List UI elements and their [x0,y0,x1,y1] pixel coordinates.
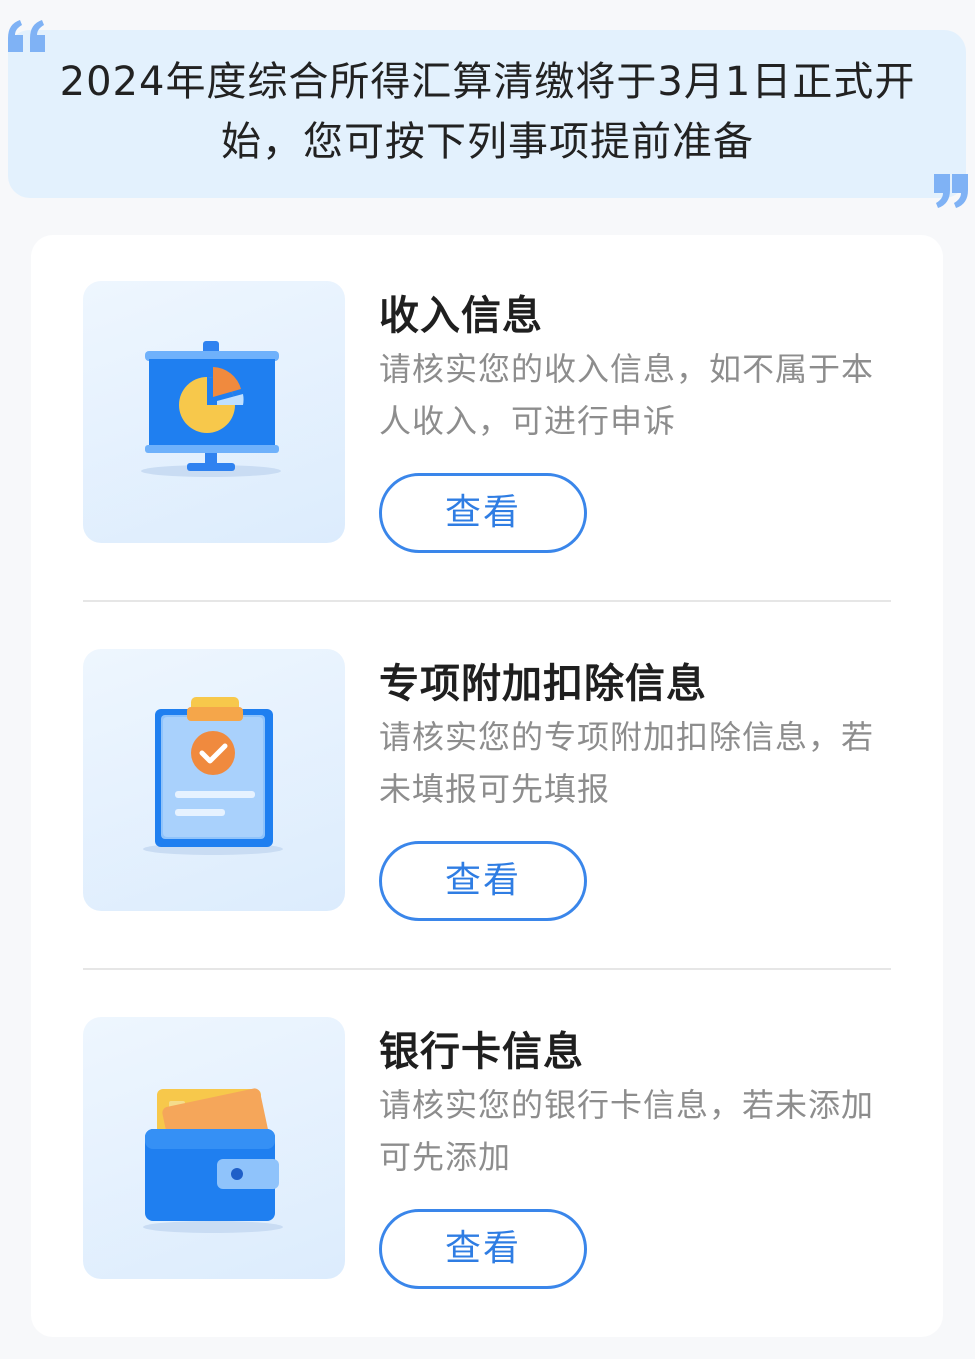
view-bank-card-button[interactable]: 查看 [379,1209,587,1289]
close-quote-icon [934,174,968,208]
item-description: 请核实您的收入信息，如不属于本人收入，可进行申诉 [379,350,875,440]
clipboard-check-icon [83,649,345,911]
announcement-line-2: 始，您可按下列事项提前准备 [221,119,754,165]
divider [83,968,891,970]
list-item-bank-card: 银行卡信息 请核实您的银行卡信息，若未添加可先添加 查看 [31,1017,943,1317]
view-income-button[interactable]: 查看 [379,473,587,553]
presentation-chart-icon [83,281,345,543]
view-deduction-button[interactable]: 查看 [379,841,587,921]
item-title: 专项附加扣除信息 [379,661,707,707]
list-item-special-deduction: 专项附加扣除信息 请核实您的专项附加扣除信息，若未填报可先填报 查看 [31,649,943,949]
open-quote-icon [8,20,45,52]
item-description: 请核实您的专项附加扣除信息，若未填报可先填报 [379,718,875,808]
item-description: 请核实您的银行卡信息，若未添加可先添加 [379,1086,875,1176]
wallet-card-icon [83,1017,345,1279]
item-title: 银行卡信息 [379,1029,584,1075]
item-title: 收入信息 [379,293,543,339]
list-item-income: 收入信息 请核实您的收入信息，如不属于本人收入，可进行申诉 查看 [31,281,943,581]
divider [83,600,891,602]
checklist-card: 收入信息 请核实您的收入信息，如不属于本人收入，可进行申诉 查看 专项附加扣除信… [31,235,943,1337]
announcement-line-1: 2024年度综合所得汇算清缴将于3月1日正式开 [59,59,916,105]
announcement-text: 2024年度综合所得汇算清缴将于3月1日正式开 始，您可按下列事项提前准备 [30,52,945,172]
